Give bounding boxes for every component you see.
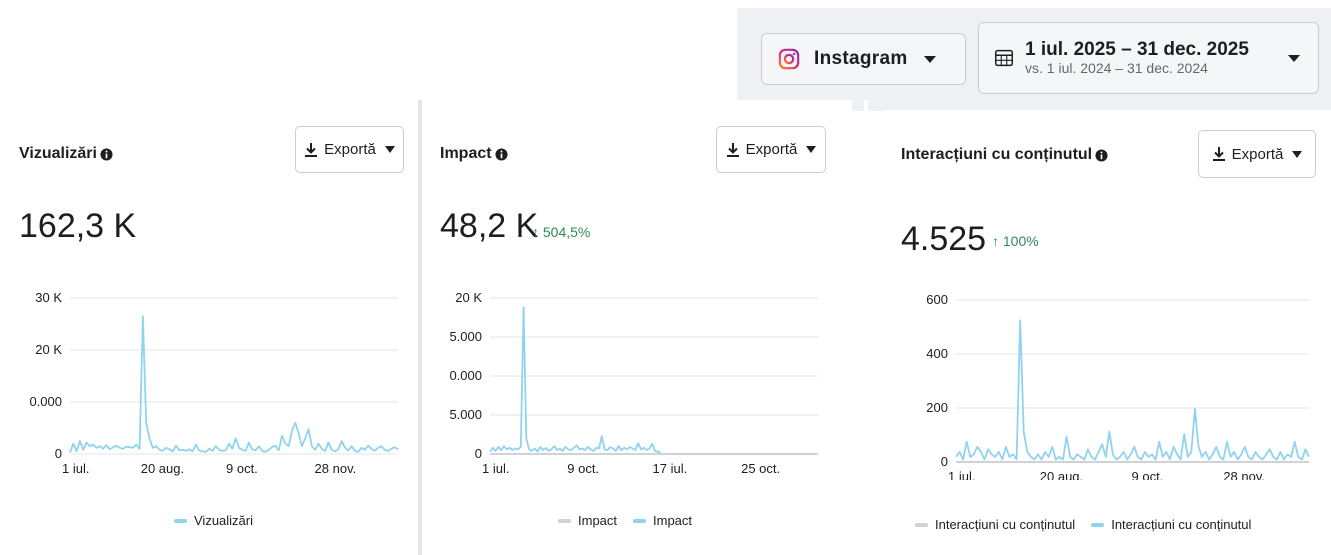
impact-chart: 20 K 5.000 0.000 5.000 01 iul. 9 oct. 17 iul. 2…: [449, 290, 818, 476]
panel-title: Impact: [440, 145, 508, 163]
panel-impact: Impact Exportă 48,2 K ↑ 504,5% 20 K 5.000…: [428, 100, 852, 555]
panel-views: Vizualizări Exportă 162,3 K 30 K 20 K 0.00…: [0, 100, 416, 555]
legend-item[interactable]: Interacțiuni cu conținutul: [1091, 517, 1251, 532]
x-tick-label: 9 oct.: [567, 461, 599, 476]
chevron-down-icon: [1292, 150, 1303, 158]
info-icon[interactable]: [495, 147, 508, 161]
download-icon: [1212, 147, 1225, 161]
metric-delta: ↑ 100%: [992, 233, 1039, 249]
metric-value: 48,2 K: [440, 207, 539, 245]
legend-item[interactable]: Impact: [558, 513, 617, 528]
chevron-down-icon: [384, 146, 395, 153]
y-tick-label: 30 K: [35, 290, 62, 305]
platform-dropdown[interactable]: Instagram: [761, 33, 966, 85]
y-tick-label: 0.000: [29, 394, 62, 409]
x-tick-label: 17 iul.: [653, 461, 688, 476]
platform-label: Instagram: [814, 48, 908, 69]
panel-title: Interacțiuni cu conținutul: [901, 146, 1108, 164]
metric-value: 162,3 K: [19, 207, 137, 245]
y-tick-label: 600: [926, 292, 948, 307]
metric-value: 4.525: [901, 220, 987, 258]
export-button[interactable]: Exportă: [1198, 130, 1316, 178]
info-icon[interactable]: [1095, 148, 1108, 162]
y-tick-label: 0: [55, 446, 62, 461]
views-chart: 30 K 20 K 0.000 01 iul. 20 aug. 9 oct. 28 nov.: [29, 290, 399, 476]
series-line: [489, 306, 661, 454]
calendar-icon: [995, 49, 1013, 67]
chevron-down-icon: [806, 146, 817, 153]
series-line: [955, 319, 1310, 461]
filter-bar: Instagram 1 iul. 2025 – 31 dec. 2025 vs.…: [737, 8, 1331, 111]
download-icon: [305, 142, 318, 157]
chart-legend: Interacțiuni cu conținutul Interacțiuni …: [915, 517, 1267, 532]
legend-item[interactable]: Interacțiuni cu conținutul: [915, 517, 1075, 532]
x-tick-label: 1 iul.: [62, 461, 89, 476]
chart-legend: Impact Impact: [558, 513, 708, 528]
y-tick-label: 0: [475, 446, 482, 461]
export-button[interactable]: Exportă: [295, 126, 404, 173]
metric-delta: ↑ 504,5%: [532, 224, 591, 240]
chevron-down-icon: [1288, 55, 1300, 62]
x-tick-label: 25 oct.: [741, 461, 780, 476]
panel-title: Vizualizări: [19, 145, 113, 163]
export-button[interactable]: Exportă: [716, 126, 826, 173]
download-icon: [726, 142, 739, 157]
x-tick-label: 20 aug.: [141, 461, 184, 476]
y-tick-label: 20 K: [455, 290, 482, 305]
chart-legend: Vizualizări: [174, 513, 269, 528]
instagram-icon: [778, 48, 800, 70]
x-tick-label: 28 nov.: [315, 461, 357, 476]
x-tick-label: 9 oct.: [226, 461, 258, 476]
date-range-dropdown[interactable]: 1 iul. 2025 – 31 dec. 2025 vs. 1 iul. 20…: [978, 22, 1319, 94]
series-line: [69, 315, 399, 453]
panel-interactions: Interacțiuni cu conținutul Exportă 4.525…: [884, 110, 1331, 555]
y-tick-label: 5.000: [449, 407, 482, 422]
date-range-compare: vs. 1 iul. 2024 – 31 dec. 2024: [1025, 60, 1208, 76]
panel-divider: [864, 100, 868, 555]
x-tick-label: 9 oct.: [1132, 469, 1164, 480]
y-tick-label: 0: [941, 454, 948, 469]
date-range-main: 1 iul. 2025 – 31 dec. 2025: [1025, 39, 1249, 60]
panel-divider: [418, 100, 422, 555]
x-tick-label: 1 iul.: [948, 469, 975, 480]
info-icon[interactable]: [100, 147, 113, 161]
x-tick-label: 1 iul.: [482, 461, 509, 476]
legend-item[interactable]: Impact: [633, 513, 692, 528]
y-tick-label: 200: [926, 400, 948, 415]
interactions-chart: 600 400 200 01 iul. 20 aug. 9 oct. 28 nov.: [926, 292, 1310, 480]
y-tick-label: 0.000: [449, 368, 482, 383]
legend-item[interactable]: Vizualizări: [174, 513, 253, 528]
y-tick-label: 400: [926, 346, 948, 361]
x-tick-label: 20 aug.: [1040, 469, 1083, 480]
y-tick-label: 5.000: [449, 329, 482, 344]
y-tick-label: 20 K: [35, 342, 62, 357]
chevron-down-icon: [923, 55, 936, 63]
x-tick-label: 28 nov.: [1223, 469, 1265, 480]
